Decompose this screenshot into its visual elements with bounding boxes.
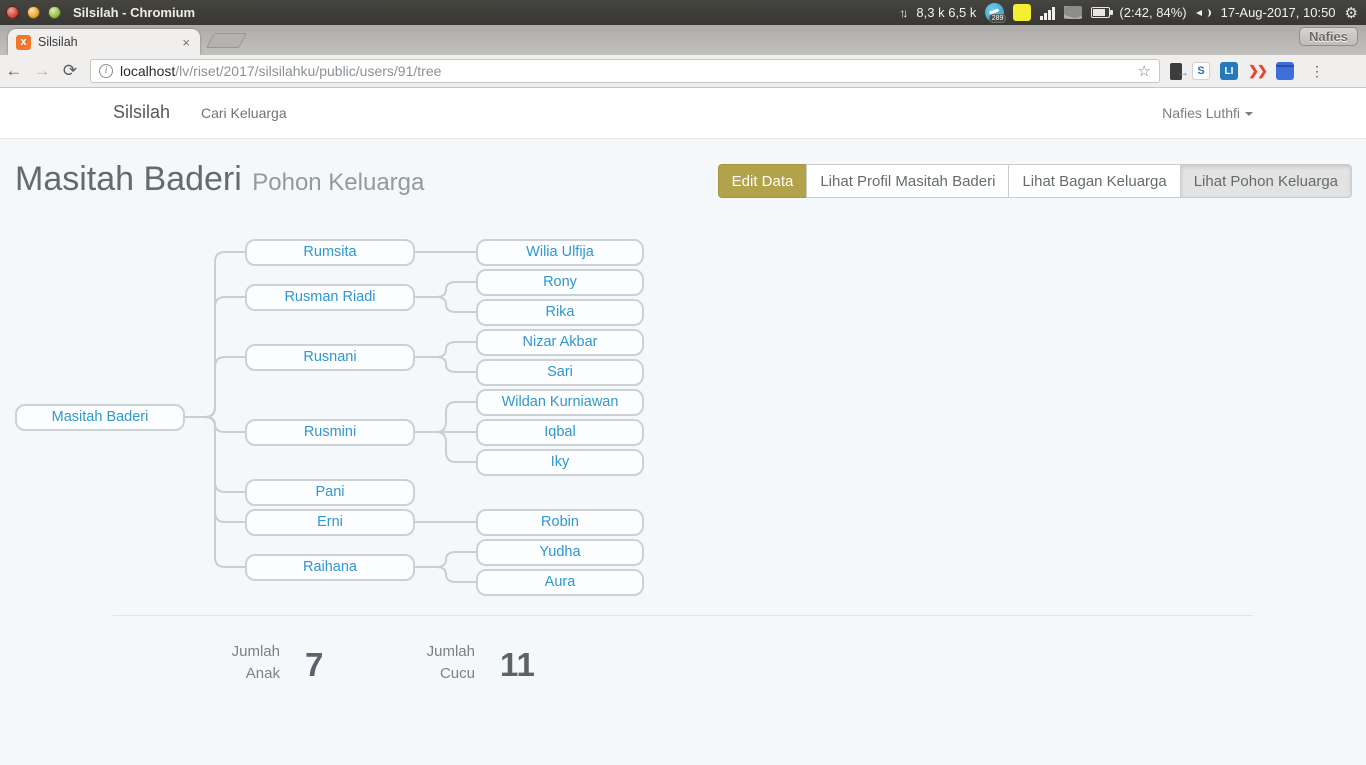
tree-node[interactable]: Raihana <box>245 554 415 581</box>
tree-node[interactable]: Rony <box>476 269 644 296</box>
tree-node[interactable]: Pani <box>245 479 415 506</box>
desktop: { "system_bar": { "window_title": "Silsi… <box>0 0 1366 765</box>
tree-node[interactable]: Rumsita <box>245 239 415 266</box>
stat-label-anak: JumlahAnak <box>150 641 280 685</box>
tree-node[interactable]: Yudha <box>476 539 644 566</box>
tree-node[interactable]: Wildan Kurniawan <box>476 389 644 416</box>
tree-node[interactable]: Robin <box>476 509 644 536</box>
tree-node[interactable]: Rusman Riadi <box>245 284 415 311</box>
tree-node[interactable]: Rika <box>476 299 644 326</box>
tree-node[interactable]: Aura <box>476 569 644 596</box>
tree-node[interactable]: Rusnani <box>245 344 415 371</box>
footer-divider <box>113 615 1253 616</box>
tree-node[interactable]: Wilia Ulfija <box>476 239 644 266</box>
stat-value-anak: 7 <box>305 646 323 684</box>
stat-label-cucu: JumlahCucu <box>345 641 475 685</box>
tree-node[interactable]: Erni <box>245 509 415 536</box>
tree-node[interactable]: Sari <box>476 359 644 386</box>
tree-node[interactable]: Iqbal <box>476 419 644 446</box>
tree-node[interactable]: Iky <box>476 449 644 476</box>
stat-value-cucu: 11 <box>500 646 535 684</box>
tree-node[interactable]: Rusmini <box>245 419 415 446</box>
tree-node-root[interactable]: Masitah Baderi <box>15 404 185 431</box>
tree-node[interactable]: Nizar Akbar <box>476 329 644 356</box>
